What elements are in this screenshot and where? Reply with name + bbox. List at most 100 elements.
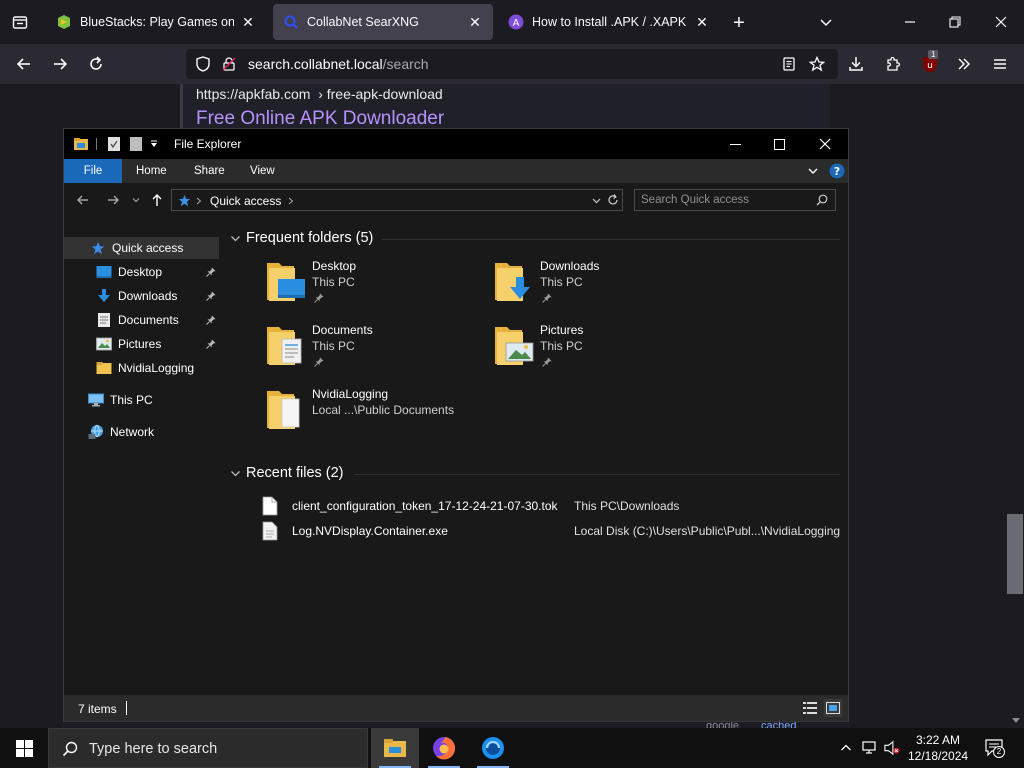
tab-bluestacks[interactable]: BlueStacks: Play Games on PC / ✕ — [46, 4, 266, 40]
explorer-title-bar[interactable]: File Explorer — [64, 129, 848, 159]
notification-center-icon[interactable]: 2 — [984, 738, 1006, 758]
properties-icon[interactable] — [106, 135, 122, 153]
nav-downloads[interactable]: Downloads — [64, 285, 219, 307]
recent-file-row[interactable]: Log.NVDisplay.Container.exe Local Disk (… — [262, 520, 842, 542]
pin-icon[interactable] — [542, 293, 552, 303]
extensions-puzzle-icon[interactable] — [883, 54, 903, 74]
close-window-icon[interactable] — [991, 12, 1011, 32]
frequent-folder-nvidialogging[interactable]: NvidiaLogging Local ...\Public Documents — [266, 387, 526, 447]
nav-quick-access[interactable]: Quick access — [64, 237, 219, 259]
url-text[interactable]: search.collabnet.local/search — [248, 56, 429, 72]
reload-icon[interactable] — [86, 54, 106, 74]
nav-nvidialogging[interactable]: NvidiaLogging — [64, 357, 219, 379]
recent-file-row[interactable]: client_configuration_token_17-12-24-21-0… — [262, 495, 842, 517]
pin-icon[interactable] — [206, 291, 216, 301]
nav-pictures[interactable]: Pictures — [64, 333, 219, 355]
ublock-origin-icon[interactable]: u 1 — [918, 50, 942, 76]
recent-locations-chevron-icon[interactable] — [130, 193, 142, 207]
refresh-icon[interactable] — [606, 193, 620, 207]
pin-icon[interactable] — [206, 267, 216, 277]
up-arrow-icon[interactable] — [148, 191, 166, 209]
show-hidden-icons-chevron-up-icon[interactable] — [838, 740, 854, 756]
insecure-lock-icon[interactable] — [220, 55, 238, 73]
explorer-minimize-icon[interactable] — [712, 129, 758, 159]
pin-icon[interactable] — [206, 315, 216, 325]
explorer-search-box[interactable] — [634, 189, 836, 211]
more-tools-chevrons-icon[interactable] — [954, 54, 974, 74]
frequent-folder-downloads[interactable]: Downloads This PC — [494, 259, 714, 319]
nav-network[interactable]: Network — [64, 421, 219, 443]
explorer-maximize-icon[interactable] — [756, 129, 802, 159]
ribbon-tab-home[interactable]: Home — [122, 159, 181, 183]
reader-view-icon[interactable] — [780, 55, 798, 73]
recent-files-header[interactable]: Recent files (2) — [230, 465, 344, 481]
frequent-folder-documents[interactable]: Documents This PC — [266, 323, 486, 383]
list-all-tabs-chevron-down-icon[interactable] — [816, 12, 836, 32]
volume-muted-icon[interactable] — [884, 740, 900, 756]
explorer-search-input[interactable] — [641, 193, 811, 207]
pin-icon[interactable] — [542, 357, 552, 367]
explorer-forward-icon[interactable] — [104, 191, 122, 209]
restore-icon[interactable] — [945, 12, 965, 32]
details-view-icon[interactable] — [802, 700, 818, 716]
result-url[interactable]: https://apkfab.com › free-apk-download — [196, 86, 443, 102]
collapse-chevron-icon[interactable] — [230, 468, 242, 479]
nav-documents[interactable]: Documents — [64, 309, 219, 331]
breadcrumb-chevron-icon[interactable] — [286, 195, 296, 207]
browser-tab-bar: BlueStacks: Play Games on PC / ✕ CollabN… — [0, 0, 1024, 44]
breadcrumb-quick-access[interactable]: Quick access — [210, 194, 281, 208]
back-arrow-icon[interactable] — [14, 54, 34, 74]
close-tab-icon[interactable]: ✕ — [694, 14, 710, 30]
frequent-folders-header[interactable]: Frequent folders (5) — [230, 230, 373, 246]
breadcrumb-chevron-icon[interactable] — [194, 195, 204, 207]
folder-icon — [96, 360, 112, 376]
search-icon[interactable] — [815, 193, 829, 207]
explorer-address-bar[interactable]: Quick access — [171, 189, 623, 211]
tracking-protection-shield-icon[interactable] — [194, 55, 212, 73]
bookmark-star-icon[interactable] — [808, 55, 826, 73]
forward-arrow-icon[interactable] — [50, 54, 70, 74]
tab-how-to-install-apk[interactable]: A How to Install .APK / .XAPK on ✕ — [498, 4, 720, 40]
taskbar-firefox-icon[interactable] — [420, 728, 468, 768]
frequent-folder-desktop[interactable]: Desktop This PC — [266, 259, 486, 319]
explorer-close-icon[interactable] — [802, 129, 848, 159]
svg-text:A: A — [513, 18, 520, 29]
tab-list-icon[interactable] — [6, 8, 34, 36]
page-scrollbar-thumb[interactable] — [1007, 514, 1023, 594]
downloads-icon[interactable] — [846, 54, 866, 74]
hamburger-menu-icon[interactable] — [990, 54, 1010, 74]
ribbon-tab-file[interactable]: File — [64, 159, 122, 183]
pin-icon[interactable] — [206, 339, 216, 349]
explorer-back-icon[interactable] — [74, 191, 92, 209]
taskbar-file-explorer-icon[interactable] — [371, 728, 419, 768]
new-tab-icon[interactable]: + — [728, 12, 750, 34]
nav-label: Network — [110, 425, 155, 439]
tab-collabnet-searxng[interactable]: CollabNet SearXNG ✕ — [273, 4, 493, 40]
result-title-link[interactable]: Free Online APK Downloader — [196, 108, 444, 130]
ribbon-tab-view[interactable]: View — [236, 159, 289, 183]
url-bar[interactable]: search.collabnet.local/search — [186, 49, 838, 79]
minimize-icon[interactable] — [900, 12, 920, 32]
pin-icon[interactable] — [314, 293, 324, 303]
nav-desktop[interactable]: Desktop — [64, 261, 219, 283]
expand-ribbon-chevron-icon[interactable] — [806, 164, 820, 178]
address-history-chevron-icon[interactable] — [590, 194, 602, 206]
pin-icon[interactable] — [314, 357, 324, 367]
result-url-path: › free-apk-download — [318, 86, 443, 102]
collapse-chevron-icon[interactable] — [230, 233, 242, 244]
system-clock[interactable]: 3:22 AM 12/18/2024 — [908, 732, 968, 764]
quick-access-toolbar-dropdown-icon[interactable] — [148, 137, 160, 151]
frequent-folder-pictures[interactable]: Pictures This PC — [494, 323, 714, 383]
taskbar-search-box[interactable]: Type here to search — [48, 728, 368, 768]
new-folder-icon[interactable] — [128, 135, 144, 153]
scroll-down-arrow-icon[interactable] — [1010, 714, 1022, 726]
close-tab-icon[interactable]: ✕ — [467, 14, 483, 30]
ribbon-tab-share[interactable]: Share — [180, 159, 239, 183]
network-wired-icon[interactable] — [862, 740, 878, 756]
nav-this-pc[interactable]: This PC — [64, 389, 219, 411]
close-tab-icon[interactable]: ✕ — [240, 14, 256, 30]
large-icons-view-icon[interactable] — [824, 699, 842, 717]
help-icon[interactable]: ? — [828, 162, 846, 180]
windows-start-icon[interactable] — [0, 728, 48, 768]
taskbar-bluestacks-icon[interactable] — [469, 728, 517, 768]
